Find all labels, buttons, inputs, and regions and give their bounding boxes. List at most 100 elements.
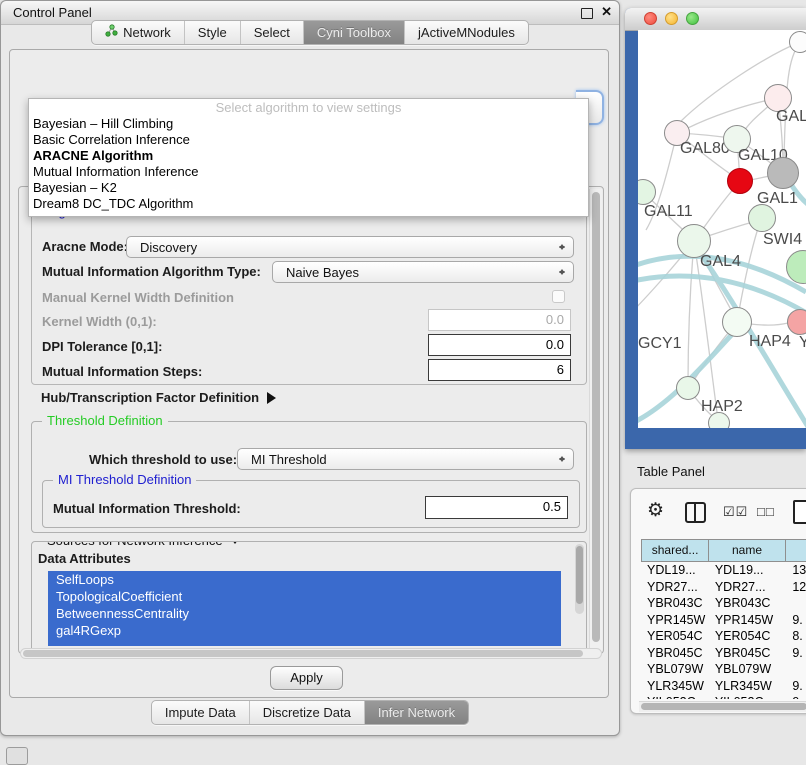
node-label-swi4: SWI4 [763,231,802,249]
group-title: Threshold Definition [42,413,168,428]
attribute-item-selfloops[interactable]: SelfLoops [48,571,561,588]
dpi-tolerance-label: DPI Tolerance [0,1]: [42,339,162,354]
list-scrollbar[interactable] [575,544,584,614]
mi-threshold-label: Mutual Information Threshold: [53,501,241,516]
algorithm-option-bayesian-k2[interactable]: Bayesian – K2 [29,180,588,196]
tab-style[interactable]: Style [185,21,241,44]
aracne-mode-combobox[interactable]: Discovery [126,236,574,258]
settings-horizontal-scrollbar[interactable] [20,648,602,659]
document-icon[interactable] [793,500,806,524]
tab-infer-network[interactable]: Infer Network [365,701,468,724]
data-attributes-label: Data Attributes [38,551,131,566]
close-window-icon[interactable]: ✕ [601,4,612,20]
algorithm-option-aracne-algorithm[interactable]: ARACNE Algorithm [29,148,588,164]
minimize-traffic-light-icon[interactable] [665,12,678,25]
control-panel-window: Control Panel ✕ NetworkStyleSelectCyni T… [0,0,620,736]
tab-jactivemnodules[interactable]: jActiveMNodules [405,21,528,44]
table-row[interactable]: YBR043CYBR043C [641,595,806,612]
aracne-mode-label: Aracne Mode: [42,239,128,254]
zoom-traffic-light-icon[interactable] [686,12,699,25]
tab-select[interactable]: Select [241,21,304,44]
attribute-item-betweennesscentrality[interactable]: BetweennessCentrality [48,605,561,622]
combobox-arrows-icon [558,453,566,465]
network-view-window[interactable]: GALGAL80GAL10GAL1GAL11SWI4GAL4GCY1HAP4YH… [625,8,806,449]
algorithm-option-dream8-dc-tdc-algorithm[interactable]: Dream8 DC_TDC Algorithm [29,196,588,212]
cyni-toolbox-panel: gal-filtered sif default node Cyni Algor… [9,49,609,698]
network-node-hap4[interactable] [722,307,752,337]
manual-kernel-checkbox[interactable] [552,290,565,303]
node-label-gcy1: GCY1 [638,335,682,353]
algorithm-option-mutual-information-inference[interactable]: Mutual Information Inference [29,164,588,180]
dpi-tolerance-field[interactable]: 0.0 [428,334,571,356]
select-all-checkboxes-icon[interactable]: ☑☑ [723,504,748,520]
kernel-width-field[interactable]: 0.0 [428,309,571,331]
threshold-definition-group: Threshold Definition Which threshold to … [31,421,587,533]
apply-button[interactable]: Apply [270,666,343,690]
which-threshold-combobox[interactable]: MI Threshold [237,448,574,470]
table-row[interactable]: YBL079WYBL079W [641,661,806,678]
cyni-algorithm-settings-group: Cyni Algorithm Settings Algorithm Defini… [18,186,604,654]
table-row[interactable]: YIL052CYIL052C9 [641,694,806,699]
dropdown-placeholder: Select algorithm to view settings [29,100,588,116]
panel-corner-icon[interactable] [6,747,28,765]
column-header-shared[interactable]: shared... [642,540,709,561]
mi-type-label: Mutual Information Algorithm Type: [42,264,261,279]
attribute-item-topologicalcoefficient[interactable]: TopologicalCoefficient [48,588,561,605]
tab-discretize-data[interactable]: Discretize Data [250,701,365,724]
mi-type-combobox[interactable]: Naive Bayes [272,261,574,283]
window-title: Control Panel [13,5,92,20]
split-view-icon[interactable] [685,502,706,523]
table-toolbar: ⚙ ☑☑ □□ [631,497,806,529]
network-canvas[interactable]: GALGAL80GAL10GAL1GAL11SWI4GAL4GCY1HAP4YH… [638,30,806,428]
table-row[interactable]: YDR27...YDR27...12 [641,579,806,596]
table-row[interactable]: YBR045CYBR045C9. [641,645,806,662]
table-panel: ⚙ ☑☑ □□ shared...name YDL19...YDL19...13… [630,488,806,714]
network-node-hap2[interactable] [676,376,700,400]
data-attributes-list[interactable]: SelfLoopsTopologicalCoefficientBetweenne… [48,571,561,646]
combobox-arrows-icon [558,266,566,278]
node-label-y: Y [799,334,806,352]
manual-kernel-label: Manual Kernel Width Definition [42,290,234,305]
node-label-gal: GAL [776,108,806,126]
table-panel-title: Table Panel [637,464,705,479]
node-label-hap4: HAP4 [749,333,791,351]
algorithm-option-basic-correlation-inference[interactable]: Basic Correlation Inference [29,132,588,148]
node-table: shared...name YDL19...YDL19...13YDR27...… [641,539,806,699]
sources-toggle[interactable]: Sources for Network Inference [42,541,246,550]
settings-vertical-scrollbar[interactable] [589,189,602,651]
kernel-width-label: Kernel Width (0,1): [42,314,157,329]
column-header-name[interactable]: name [709,540,786,561]
algorithm-definition-group: Algorithm Definition Aracne Mode: Discov… [31,212,587,385]
bottom-tabs: Impute DataDiscretize DataInfer Network [1,700,619,725]
mi-steps-field[interactable]: 6 [428,359,571,381]
hub-definition-toggle[interactable]: Hub/Transcription Factor Definition [41,390,282,405]
sources-group: Sources for Network Inference Data Attri… [31,541,587,653]
attribute-item-gal4rgexp[interactable]: gal4RGexp [48,622,561,639]
network-node-y[interactable] [787,309,806,335]
table-row[interactable]: YLR345WYLR345W9. [641,678,806,695]
table-horizontal-scrollbar[interactable] [639,701,806,712]
network-node[interactable] [708,412,730,428]
group-title: MI Threshold Definition [53,472,196,487]
tab-network[interactable]: Network [92,21,185,44]
algorithm-option-bayesian-hill-climbing[interactable]: Bayesian – Hill Climbing [29,116,588,132]
mi-threshold-definition-group: MI Threshold Definition Mutual Informati… [42,480,580,528]
network-window-titlebar[interactable] [625,8,806,31]
network-node-gal1[interactable] [727,168,753,194]
float-window-icon[interactable] [581,8,593,19]
table-row[interactable]: YDL19...YDL19...13 [641,562,806,579]
table-row[interactable]: YPR145WYPR145W9. [641,612,806,629]
network-node-swi4[interactable] [748,204,776,232]
network-node[interactable] [767,157,799,189]
tab-cyni-toolbox[interactable]: Cyni Toolbox [304,21,405,44]
close-traffic-light-icon[interactable] [644,12,657,25]
chevron-right-icon [267,392,282,404]
network-node[interactable] [789,31,806,53]
deselect-checkboxes-icon[interactable]: □□ [757,504,775,519]
mi-steps-label: Mutual Information Steps: [42,364,202,379]
settings-gear-icon[interactable]: ⚙ [647,499,664,522]
mi-threshold-field[interactable]: 0.5 [425,496,568,519]
table-row[interactable]: YER054CYER054C8. [641,628,806,645]
tab-impute-data[interactable]: Impute Data [152,701,250,724]
column-header-col2[interactable] [786,540,806,561]
